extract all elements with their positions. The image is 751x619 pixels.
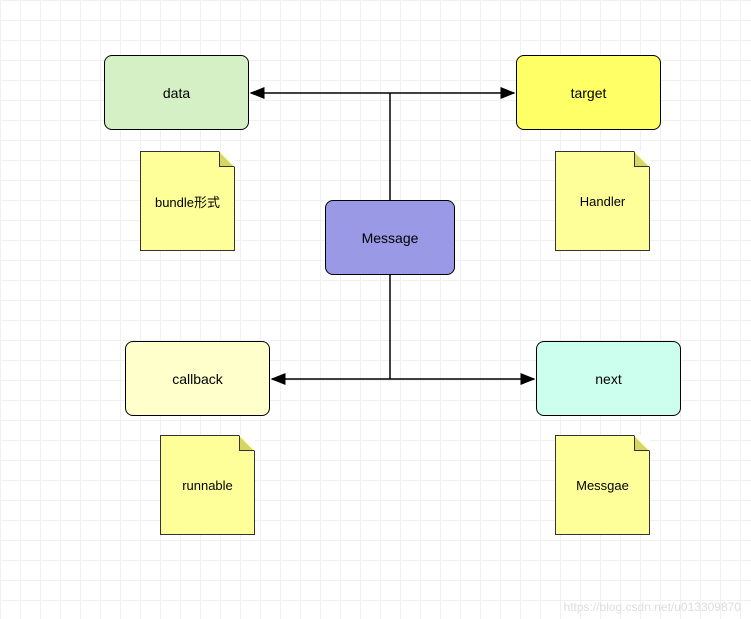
note-bundle-label: bundle形式 <box>155 192 220 211</box>
note-messgae-label: Messgae <box>576 478 629 493</box>
next-box: next <box>536 341 681 416</box>
note-messgae: Messgae <box>555 435 650 535</box>
callback-label: callback <box>172 371 223 387</box>
target-box: target <box>516 55 661 130</box>
message-label: Message <box>362 230 419 246</box>
note-bundle: bundle形式 <box>140 151 235 251</box>
note-runnable-label: runnable <box>182 478 233 493</box>
watermark: https://blog.csdn.net/u013309870 <box>564 600 741 614</box>
callback-box: callback <box>125 341 270 416</box>
note-handler: Handler <box>555 151 650 251</box>
next-label: next <box>595 371 621 387</box>
message-box: Message <box>325 200 455 275</box>
note-handler-label: Handler <box>580 194 626 209</box>
target-label: target <box>571 85 607 101</box>
note-runnable: runnable <box>160 435 255 535</box>
data-label: data <box>163 85 190 101</box>
data-box: data <box>104 55 249 130</box>
